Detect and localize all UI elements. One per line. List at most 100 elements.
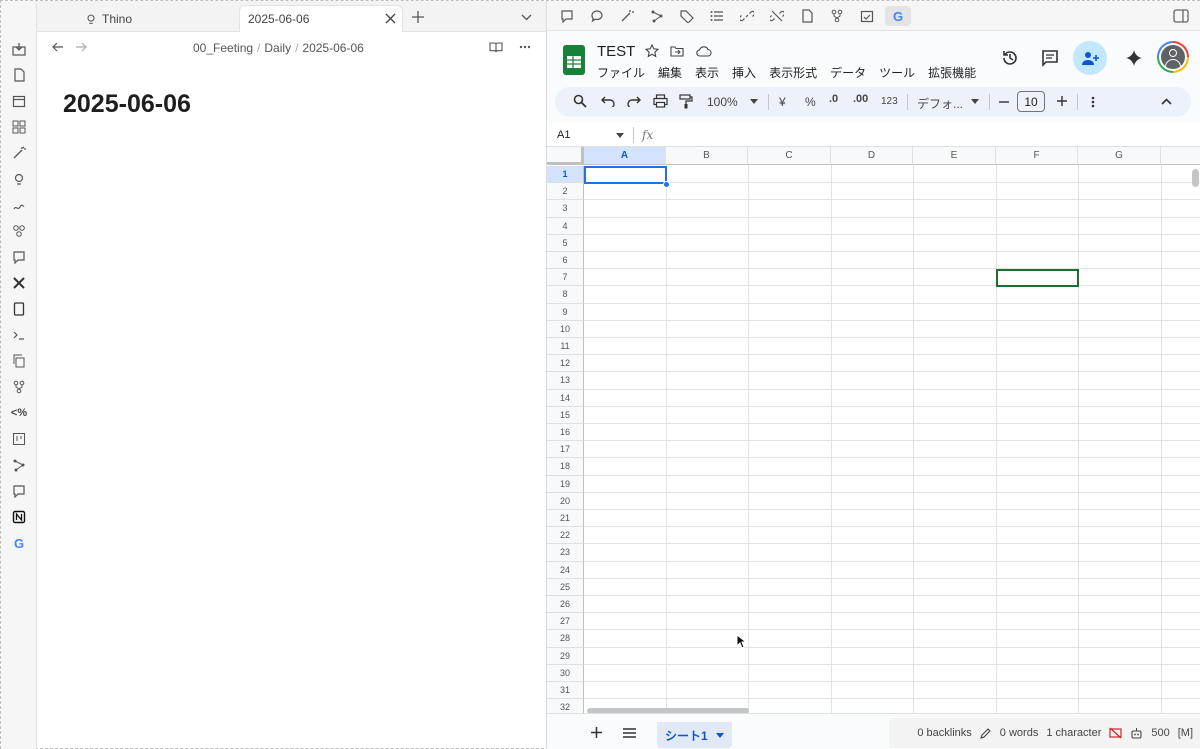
menu-view[interactable]: 表示 (695, 64, 719, 81)
fork-icon[interactable] (827, 6, 847, 26)
row-header-1[interactable]: 1 (547, 166, 584, 184)
row-header-16[interactable]: 16 (547, 424, 584, 442)
unlink-icon[interactable] (767, 6, 787, 26)
right-sidebar-toggle-icon[interactable] (1171, 6, 1191, 26)
avatar[interactable] (1157, 41, 1189, 73)
robot-icon[interactable] (1130, 727, 1143, 739)
sign-icon[interactable] (9, 195, 29, 215)
magic-wand-icon[interactable] (9, 143, 29, 163)
comment-icon[interactable] (9, 247, 29, 267)
print-icon[interactable] (653, 94, 668, 108)
copy-icon[interactable] (9, 351, 29, 371)
row-header-20[interactable]: 20 (547, 492, 584, 510)
gemini-sparkle-icon[interactable] (1123, 47, 1145, 69)
row-header-8[interactable]: 8 (547, 286, 584, 304)
breadcrumb-folder[interactable]: 00_Feeting (193, 41, 253, 55)
chevron-up-icon[interactable] (1161, 98, 1172, 105)
lightbulb-icon[interactable] (9, 169, 29, 189)
chevron-down-icon[interactable] (750, 99, 758, 104)
row-header-22[interactable]: 22 (547, 527, 584, 545)
row-header-29[interactable]: 29 (547, 647, 584, 665)
template-icon[interactable]: <% (9, 403, 29, 423)
menu-format[interactable]: 表示形式 (769, 64, 817, 81)
row-header-26[interactable]: 26 (547, 596, 584, 614)
select-all-corner[interactable] (547, 147, 584, 165)
more-options-icon[interactable] (517, 40, 533, 54)
document-title[interactable]: TEST (597, 43, 635, 60)
menu-data[interactable]: データ (830, 64, 866, 81)
row-header-15[interactable]: 15 (547, 406, 584, 424)
move-folder-icon[interactable] (669, 43, 685, 59)
star-icon[interactable] (644, 43, 660, 59)
row-header-7[interactable]: 7 (547, 269, 584, 287)
row-header-23[interactable]: 23 (547, 544, 584, 562)
note-title[interactable]: 2025-06-06 (63, 90, 191, 119)
editor-mode[interactable]: [M] (1178, 727, 1193, 739)
decrease-decimal-button[interactable]: .0 (829, 93, 838, 105)
row-header-11[interactable]: 11 (547, 338, 584, 356)
new-file-icon[interactable] (9, 65, 29, 85)
cloud-icon[interactable] (695, 43, 713, 59)
history-icon[interactable] (999, 47, 1021, 69)
import-icon[interactable] (9, 39, 29, 59)
comments-icon[interactable] (1039, 47, 1061, 69)
row-header-13[interactable]: 13 (547, 372, 584, 390)
kanban-icon[interactable] (9, 429, 29, 449)
row-header-25[interactable]: 25 (547, 578, 584, 596)
back-arrow-icon[interactable] (51, 40, 65, 54)
number-format-button[interactable]: 123 (881, 96, 898, 107)
sync-error-icon[interactable] (1109, 727, 1122, 739)
sheet-tab-1[interactable]: シート1 (657, 722, 732, 748)
column-header-f[interactable]: F (996, 147, 1078, 165)
row-header-31[interactable]: 31 (547, 682, 584, 700)
breadcrumb-file[interactable]: 2025-06-06 (302, 41, 363, 55)
chevron-down-icon[interactable] (616, 133, 624, 138)
tag-icon[interactable] (677, 6, 697, 26)
paint-format-icon[interactable] (679, 94, 693, 109)
currency-format-button[interactable]: ¥ (779, 95, 786, 109)
redo-icon[interactable] (627, 95, 641, 107)
row-header-27[interactable]: 27 (547, 613, 584, 631)
column-header-h[interactable] (1161, 147, 1200, 165)
new-tab-icon[interactable] (409, 8, 427, 26)
google-icon[interactable]: G (9, 533, 29, 553)
menu-extensions[interactable]: 拡張機能 (928, 64, 976, 81)
reading-view-icon[interactable] (488, 40, 504, 54)
row-header-19[interactable]: 19 (547, 475, 584, 493)
chevron-down-icon[interactable] (715, 732, 724, 738)
list-icon[interactable] (707, 6, 727, 26)
row-header-18[interactable]: 18 (547, 458, 584, 476)
row-header-9[interactable]: 9 (547, 303, 584, 321)
chat-icon[interactable] (9, 481, 29, 501)
increase-decimal-button[interactable]: .00 (853, 93, 868, 105)
row-header-21[interactable]: 21 (547, 510, 584, 528)
row-header-30[interactable]: 30 (547, 664, 584, 682)
tab-thino[interactable]: Thino (77, 5, 140, 32)
highlighted-cell-f7[interactable] (996, 269, 1079, 287)
decrease-font-size-icon[interactable] (999, 101, 1009, 103)
active-cell-a1[interactable] (584, 166, 667, 184)
file-icon[interactable] (797, 6, 817, 26)
font-family-select[interactable]: デフォ... (917, 95, 963, 112)
search-icon[interactable] (573, 94, 587, 108)
percent-format-button[interactable]: % (805, 95, 816, 109)
nodes-icon[interactable] (9, 455, 29, 475)
tab-daily-note[interactable]: 2025-06-06 (239, 5, 403, 32)
magic-wand-icon[interactable] (617, 6, 637, 26)
zoom-select[interactable]: 100% (707, 95, 738, 109)
graph-icon[interactable] (9, 221, 29, 241)
breadcrumb-subfolder[interactable]: Daily (264, 41, 291, 55)
chat-bubble-icon[interactable] (587, 6, 607, 26)
link-icon[interactable] (737, 6, 757, 26)
formula-input[interactable] (659, 125, 1189, 145)
row-header-17[interactable]: 17 (547, 441, 584, 459)
calendar-icon[interactable] (9, 91, 29, 111)
forward-arrow-icon[interactable] (74, 40, 88, 54)
vertical-scrollbar[interactable] (1192, 169, 1199, 187)
row-header-12[interactable]: 12 (547, 355, 584, 373)
column-header-d[interactable]: D (831, 147, 913, 165)
terminal-icon[interactable] (9, 325, 29, 345)
row-header-6[interactable]: 6 (547, 252, 584, 270)
share-button[interactable] (1073, 41, 1107, 75)
add-sheet-icon[interactable] (591, 727, 602, 738)
